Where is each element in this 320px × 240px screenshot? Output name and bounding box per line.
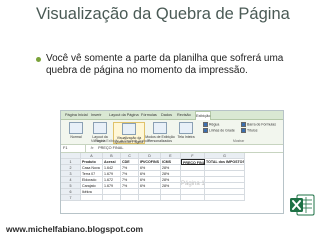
grid-cell (121, 195, 139, 201)
normal-view-icon (69, 122, 83, 134)
page-break-icon (122, 123, 136, 135)
show-group-label: Mostrar (233, 139, 245, 143)
tab-revisao: Revisão (177, 113, 191, 117)
tab-inserir: Inserir (91, 113, 102, 117)
name-box: F1 (61, 145, 86, 152)
footer-url: www.michelfabiano.blogspot.com (6, 224, 144, 234)
grid-cell (161, 195, 181, 201)
page-layout-icon (93, 122, 107, 134)
bullet-dot-icon (36, 57, 41, 62)
bullet-text: Você vê somente a parte da planilha que … (46, 53, 284, 76)
fx-icon: fx (90, 146, 94, 150)
ribbon: Normal Layout da Página Visualização da … (61, 120, 283, 145)
grid-cell (81, 195, 103, 201)
formula-value: PREÇO FINAL (98, 146, 124, 150)
sheet-grid: A B C D E F G 1 Produto Acessi CDE IPI/COFINS ICMS PR… (61, 153, 283, 213)
grid-cell (103, 195, 121, 201)
tab-formulas: Fórmulas (141, 113, 157, 117)
grid-cell (205, 195, 245, 201)
tab-layout-pagina: Layout da Página (109, 113, 139, 117)
headings-checkbox: Títulos (241, 128, 258, 133)
tab-dados: Dados (161, 113, 172, 117)
formula-bar-checkbox: Barra de Fórmulas (241, 122, 276, 127)
views-group-label: Modos de Exibição de Pasta de Trabalho (91, 139, 152, 143)
gridlines-checkbox: Linhas de Grade (203, 128, 235, 133)
grid-cell (181, 195, 205, 201)
excel-logo-icon (290, 194, 315, 216)
ribbon-tab-bar: Página Inicial Inserir Layout da Página … (61, 111, 283, 120)
excel-screenshot: Página Inicial Inserir Layout da Página … (60, 110, 284, 214)
formula-bar: F1 fx PREÇO FINAL (61, 145, 283, 153)
slide-title: Visualização da Quebra de Página (36, 5, 290, 23)
full-screen-button: Tela Inteira (177, 122, 195, 142)
slide: Visualização da Quebra de Página Você vê… (0, 0, 320, 240)
custom-views-icon (153, 122, 167, 134)
ruler-checkbox: Régua (203, 122, 219, 127)
row-header: 7 (61, 195, 81, 201)
tab-pagina-inicial: Página Inicial (65, 113, 88, 117)
page-watermark: Página 1 (181, 181, 205, 187)
tab-exibicao: Exibição (195, 111, 212, 120)
grid-cell (139, 195, 161, 201)
normal-view-button: Normal (63, 122, 89, 142)
full-screen-icon (179, 122, 193, 134)
